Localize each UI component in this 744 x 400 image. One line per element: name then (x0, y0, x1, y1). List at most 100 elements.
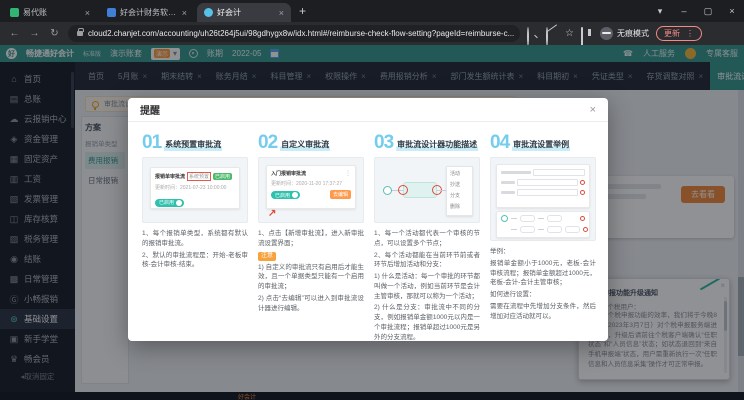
close-window-button[interactable]: × (720, 6, 744, 16)
step-number: 02 (258, 135, 277, 151)
placeholder-line (501, 191, 515, 194)
browser-tab-label: 好会计 (217, 7, 275, 18)
zoom-icon[interactable] (527, 28, 539, 40)
placeholder-field (533, 169, 585, 176)
tab-favicon (204, 8, 213, 17)
thumb-card: 报销单审批流 系统预置 已启用 更新时间：2021-07-23 10:00:00… (150, 167, 240, 209)
step-number: 01 (142, 135, 161, 151)
step1-thumbnail: 报销单审批流 系统预置 已启用 更新时间：2021-07-23 10:00:00… (142, 157, 248, 223)
thumb-update-time: 更新时间：2020-11-20 17:37:27 (271, 180, 351, 187)
placeholder-field (517, 189, 578, 196)
step-title: 审批流设计器功能描述 (396, 139, 478, 151)
red-remove-icon (580, 190, 585, 195)
reload-icon[interactable]: ↻ (48, 28, 61, 39)
step4-thumbnail (490, 157, 596, 241)
thumb-card: 入门报销审批流 ⋮ 更新时间：2020-11-20 17:37:27 已启用 去… (266, 165, 356, 209)
step-number: 04 (490, 135, 509, 151)
tab-search-icon[interactable]: ▾ (648, 6, 672, 17)
thumb-card-title: 入门报销审批流 (271, 170, 306, 177)
tab-close-icon[interactable]: × (85, 8, 90, 18)
step-description: 1、点击【新增审批流】，进入新审批流设置界面； 注意 1) 自定义的审批流只有启… (258, 229, 364, 313)
tab-favicon (107, 8, 116, 17)
thumb-card-title: 报销单审批流 (155, 173, 185, 180)
browser-tab-haokuaiji[interactable]: 好会计 × (197, 3, 291, 22)
browser-tab-label: 易代账 (23, 7, 81, 18)
browser-tab-label: 好会计财务软件购买价格及... (120, 7, 178, 18)
red-remove-icon (583, 227, 588, 232)
browser-update-button[interactable]: 更新 ⋮ (656, 26, 702, 41)
flow-connector (538, 218, 544, 219)
flow-activity-node (565, 226, 580, 233)
flow-start-node (501, 215, 508, 222)
step-system-preset-flow: 01 系统预置审批流 报销单审批流 系统预置 已启用 更新时间：2021-07-… (142, 131, 248, 341)
enabled-toggle: 已启用 (155, 199, 184, 207)
flow-start-node (383, 186, 392, 195)
placeholder-field (517, 179, 578, 186)
incognito-avatar-icon (600, 27, 613, 40)
incognito-badge: 无痕模式 (600, 27, 649, 40)
url-text: cloud2.chanjet.com/accounting/uh26t264j5… (88, 29, 514, 38)
placeholder-line (501, 181, 515, 184)
step-description: 举例： 报销单金额小于1000元，老板-会计审核流程；报销单金额超过1000元，… (490, 247, 596, 321)
step-custom-flow: 02 自定义审批流 入门报销审批流 ⋮ 更新时间：2020-11-20 17:3… (258, 131, 364, 341)
menu-item: 抄送 (450, 180, 469, 191)
menu-item: 删除 (450, 202, 469, 213)
window-controls: ▾ – ▢ × (648, 0, 744, 22)
back-icon[interactable]: ← (8, 28, 21, 39)
step-title: 系统预置审批流 (164, 139, 222, 151)
minimize-button[interactable]: – (672, 6, 696, 16)
browser-tab-yidaizhang[interactable]: 易代账 × (3, 3, 97, 22)
tab-close-icon[interactable]: × (279, 8, 284, 18)
reminder-modal: 提醒 × 01 系统预置审批流 报销单审批流 系统预置 已启用 (128, 98, 608, 341)
menu-item: 分支 (450, 191, 469, 202)
forward-icon[interactable]: → (28, 28, 41, 39)
address-input[interactable]: cloud2.chanjet.com/accounting/uh26t264j5… (68, 25, 520, 42)
red-remove-icon (580, 216, 585, 221)
modal-header: 提醒 × (128, 98, 608, 122)
browser-tab-strip: 易代账 × 好会计财务软件购买价格及... × 好会计 × + ▾ – ▢ × (0, 0, 744, 22)
modal-title: 提醒 (140, 102, 160, 117)
flow-connector (511, 218, 517, 219)
incognito-label: 无痕模式 (617, 28, 649, 39)
edit-button: 去编辑 (330, 190, 351, 199)
step-setting-example: 04 审批流设置举例 (490, 131, 596, 341)
kebab-menu-icon: ⋮ (345, 170, 351, 177)
thumb-form-card (496, 164, 590, 208)
highlighted-tag: 系统预置 (187, 172, 211, 181)
flow-activity-node (547, 226, 562, 233)
browser-url-bar: ← → ↻ cloud2.chanjet.com/accounting/uh26… (0, 22, 744, 45)
step-description: 1、每个报销单类型，系统都有默认的报销审批流。 2、默认的审批流程是：开始-老板… (142, 229, 248, 270)
flow-activity-node (520, 215, 535, 222)
notice-badge: 注意 (258, 252, 276, 261)
step-title: 自定义审批流 (280, 139, 330, 151)
new-tab-button[interactable]: + (299, 4, 306, 18)
enabled-toggle: 已启用 (271, 191, 300, 199)
status-tag: 已启用 (213, 173, 232, 180)
step3-thumbnail: 活动 抄送 分支 删除 (374, 157, 480, 223)
flow-connector (511, 229, 517, 230)
red-remove-icon (580, 180, 585, 185)
placeholder-line (501, 171, 531, 174)
thumb-update-time: 更新时间：2021-07-23 10:00:00 (155, 184, 235, 191)
flow-connector (538, 229, 544, 230)
bookmark-star-icon[interactable]: ☆ (565, 28, 574, 39)
context-menu-panel: 活动 抄送 分支 删除 (446, 166, 473, 216)
step-description: 1、每一个活动都代表一个审核的节点，可以设置多个节点； 2、每个活动都能在当前环… (374, 229, 480, 341)
modal-close-icon[interactable]: × (590, 104, 596, 116)
red-highlight-circle (398, 185, 408, 195)
browser-tab-pricing[interactable]: 好会计财务软件购买价格及... × (100, 3, 194, 22)
maximize-button[interactable]: ▢ (696, 6, 720, 17)
step2-thumbnail: 入门报销审批流 ⋮ 更新时间：2020-11-20 17:37:27 已启用 去… (258, 157, 364, 223)
modal-body: 01 系统预置审批流 报销单审批流 系统预置 已启用 更新时间：2021-07-… (128, 122, 608, 341)
tab-close-icon[interactable]: × (182, 8, 187, 18)
kebab-menu-icon[interactable]: ⋮ (686, 29, 694, 38)
eye-off-icon[interactable] (546, 28, 558, 40)
thumb-flow-card (496, 211, 590, 238)
screen: 易代账 × 好会计财务软件购买价格及... × 好会计 × + ▾ – ▢ × … (0, 0, 744, 400)
step-title: 审批流设置举例 (512, 139, 570, 151)
flow-activity-node (520, 226, 535, 233)
lock-icon (77, 31, 83, 36)
tab-favicon (10, 8, 19, 17)
menu-item: 活动 (450, 169, 469, 180)
side-panel-icon[interactable] (581, 28, 593, 40)
